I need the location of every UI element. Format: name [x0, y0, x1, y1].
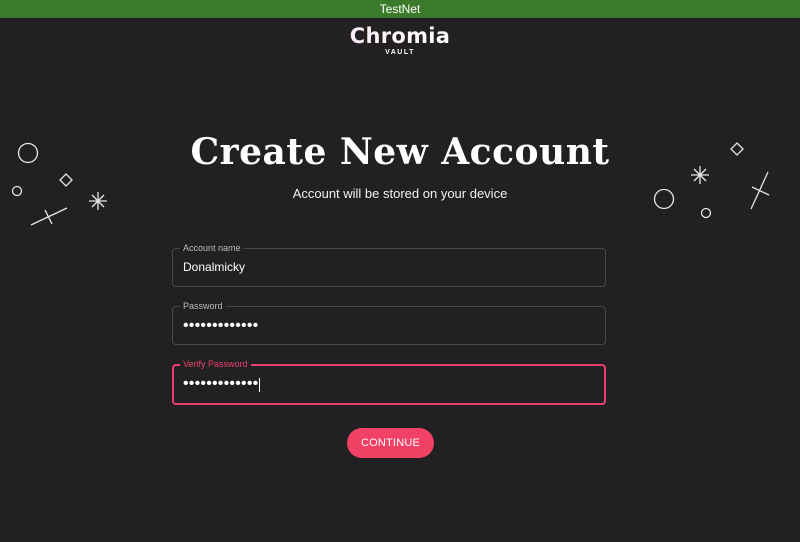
account-name-value[interactable]: Donalmicky: [183, 249, 245, 286]
verify-password-field[interactable]: Verify Password •••••••••••••: [172, 358, 606, 405]
line-shape: [44, 209, 53, 225]
verify-password-value: •••••••••••••: [183, 375, 259, 392]
diamond-shape: [59, 173, 73, 187]
text-caret: [259, 377, 261, 392]
continue-button[interactable]: CONTINUE: [347, 428, 434, 458]
circle-shape: [700, 207, 712, 219]
page-subtitle: Account will be stored on your device: [292, 186, 508, 201]
page-title: Create New Account: [190, 131, 610, 173]
password-value[interactable]: •••••••••••••: [183, 307, 258, 344]
account-name-field[interactable]: Account name Donalmicky: [172, 242, 606, 287]
line-shape: [30, 207, 68, 226]
verify-password-input[interactable]: •••••••••••••: [183, 365, 261, 402]
password-field[interactable]: Password •••••••••••••: [172, 300, 606, 345]
